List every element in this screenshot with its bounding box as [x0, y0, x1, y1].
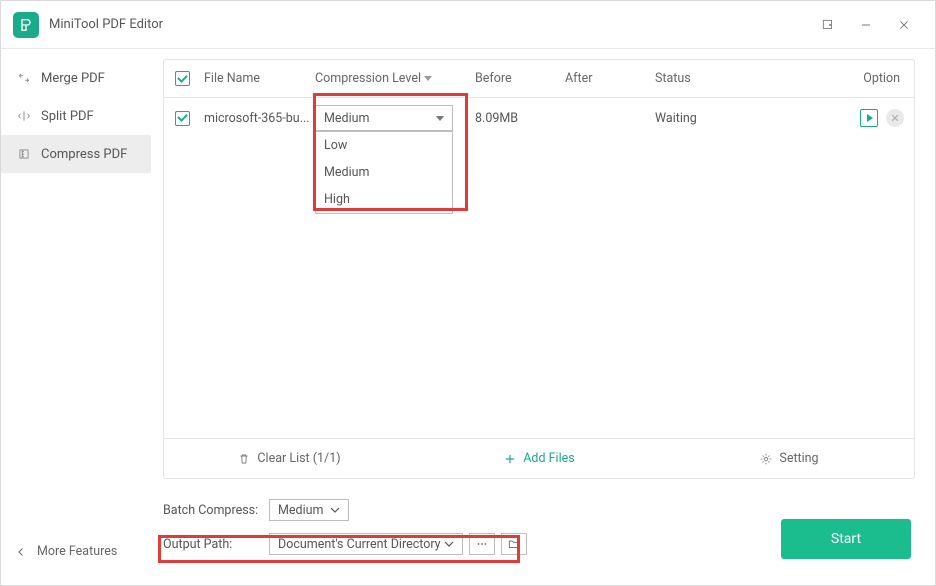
chevron-left-icon	[15, 546, 27, 558]
chevron-down-icon	[330, 505, 340, 515]
setting-button[interactable]: Setting	[664, 451, 914, 466]
minimize-button[interactable]	[847, 10, 885, 40]
more-features-link[interactable]: More Features	[15, 544, 117, 559]
merge-icon	[15, 71, 33, 85]
chevron-down-icon	[444, 539, 454, 549]
run-row-button[interactable]	[860, 109, 878, 127]
clear-list-button[interactable]: Clear List (1/1)	[164, 451, 414, 466]
sidebar-item-label: Compress PDF	[41, 147, 127, 162]
table-row: microsoft-365-bu... Medium Low Medium Hi…	[164, 98, 914, 138]
sidebar-item-label: Split PDF	[41, 109, 94, 124]
compression-level-dropdown: Low Medium High	[315, 131, 453, 214]
select-all-checkbox[interactable]	[175, 71, 190, 86]
header-compression-level[interactable]: Compression Level	[315, 71, 475, 86]
before-size-cell: 8.09MB	[475, 111, 565, 126]
header-before[interactable]: Before	[475, 71, 565, 86]
file-name-cell: microsoft-365-bu...	[200, 111, 315, 126]
output-path-label: Output Path:	[163, 537, 269, 552]
header-file-name[interactable]: File Name	[200, 71, 315, 86]
dropdown-option-medium[interactable]: Medium	[316, 159, 452, 186]
gear-icon	[759, 452, 773, 466]
close-button[interactable]	[885, 10, 923, 40]
app-logo	[13, 12, 39, 38]
dropdown-option-high[interactable]: High	[316, 186, 452, 213]
split-icon	[15, 109, 33, 123]
sidebar-item-split-pdf[interactable]: Split PDF	[1, 97, 151, 135]
sidebar-item-merge-pdf[interactable]: Merge PDF	[1, 59, 151, 97]
trash-icon	[237, 452, 251, 466]
chevron-down-icon	[436, 116, 444, 121]
dots-icon	[475, 537, 489, 551]
header-after[interactable]: After	[565, 71, 655, 86]
app-title: MiniTool PDF Editor	[49, 17, 163, 32]
plus-icon	[503, 452, 517, 466]
browse-folder-button[interactable]	[501, 533, 527, 555]
dropdown-option-low[interactable]: Low	[316, 132, 452, 159]
remove-row-button[interactable]: ✕	[886, 109, 904, 127]
compress-icon	[15, 147, 33, 161]
row-checkbox[interactable]	[175, 111, 190, 126]
folder-icon	[507, 537, 521, 551]
header-status[interactable]: Status	[655, 71, 815, 86]
add-files-button[interactable]: Add Files	[414, 451, 664, 466]
status-cell: Waiting	[655, 111, 815, 126]
sidebar-item-compress-pdf[interactable]: Compress PDF	[1, 135, 151, 173]
batch-compress-select[interactable]: Medium	[269, 499, 349, 521]
header-option: Option	[815, 71, 914, 86]
more-options-button[interactable]	[469, 533, 495, 555]
titlebar-extra-icon[interactable]	[809, 10, 847, 40]
compression-level-select[interactable]: Medium	[315, 105, 453, 131]
sidebar-item-label: Merge PDF	[41, 71, 105, 86]
start-button[interactable]: Start	[781, 519, 911, 559]
sort-caret-icon	[424, 76, 432, 81]
batch-compress-label: Batch Compress:	[163, 503, 269, 518]
output-path-select[interactable]: Document's Current Directory	[269, 533, 463, 555]
